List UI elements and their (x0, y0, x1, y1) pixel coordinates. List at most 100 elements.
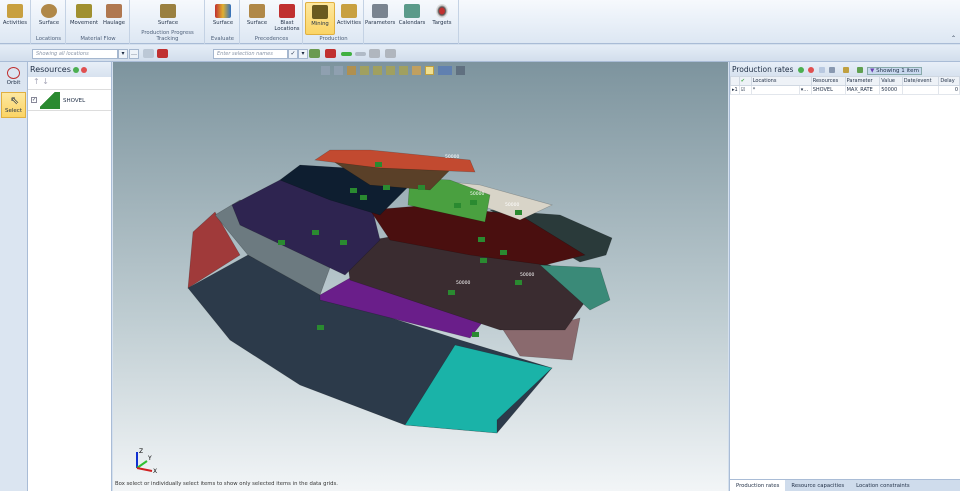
ribbon-group-evaluate: Surface Evaluate (206, 0, 240, 44)
evaluate-surface-button[interactable]: Surface (208, 2, 238, 35)
tab-resource-capacities[interactable]: Resource capacities (785, 480, 850, 491)
shovel-marker-icon[interactable] (500, 250, 507, 255)
shovel-marker-icon[interactable] (470, 200, 477, 205)
table-row[interactable]: ▸1 ☑ * ▾… SHOVEL MAX_RATE 50000 0 (730, 85, 960, 95)
excavator-icon (160, 4, 176, 18)
shovel-marker-icon[interactable] (375, 162, 382, 167)
location-dropdown[interactable]: ▾… (798, 85, 812, 95)
parameters-button[interactable]: Parameters (365, 2, 395, 35)
movement-button[interactable]: Movement (69, 2, 99, 35)
activities-button[interactable]: Activities (0, 2, 30, 35)
column-header[interactable]: Delay (938, 76, 960, 86)
value-cell[interactable]: 50000 (879, 85, 903, 95)
copy-icon[interactable] (818, 67, 825, 73)
shovel-marker-icon[interactable] (478, 237, 485, 242)
add-icon[interactable] (797, 67, 804, 73)
move-down-icon[interactable]: ↓ (42, 77, 49, 86)
shovel-marker-icon[interactable] (515, 280, 522, 285)
locations-browse-button[interactable]: … (129, 49, 139, 59)
column-header[interactable]: Value (879, 76, 903, 86)
production-activities-button[interactable]: Activities (334, 2, 364, 35)
shovel-marker-icon[interactable] (278, 240, 285, 245)
shovel-marker-icon[interactable] (472, 332, 479, 337)
tab-production-rates[interactable]: Production rates (730, 480, 786, 491)
targets-button[interactable]: Targets (427, 2, 457, 35)
tool-strip: Orbit ⇖ Select (0, 62, 28, 491)
column-header[interactable]: Parameter (844, 76, 881, 86)
location-cell[interactable]: * (750, 85, 800, 95)
select-locations-icon[interactable] (143, 49, 154, 58)
filter-status: Showing 1 item (876, 68, 919, 74)
shovel-marker-icon[interactable] (383, 185, 390, 190)
blast-selection-icon[interactable] (157, 49, 168, 58)
remove-icon[interactable] (808, 67, 815, 73)
pin-icon[interactable] (843, 67, 850, 73)
shovel-marker-icon[interactable] (350, 188, 357, 193)
selection-names-input[interactable]: Enter selection names (213, 49, 288, 59)
shovel-marker-icon[interactable] (454, 203, 461, 208)
column-header[interactable]: Locations (750, 76, 812, 86)
tab-location-constraints[interactable]: Location constraints (850, 480, 916, 491)
clear-selection-icon[interactable] (325, 49, 336, 58)
shovel-marker-icon[interactable] (418, 185, 425, 190)
remove-icon[interactable] (80, 66, 87, 73)
group-caption: Evaluate (210, 36, 235, 42)
list-icon[interactable] (829, 67, 835, 73)
panel-title: Resources (30, 65, 71, 74)
resource-item[interactable]: ✓ SHOVEL (28, 89, 111, 111)
locations-dropdown-button[interactable]: ▾ (118, 49, 128, 59)
select-tool[interactable]: ⇖ Select (1, 92, 26, 118)
resource-name: SHOVEL (63, 98, 86, 104)
shovel-marker-icon[interactable] (360, 195, 367, 200)
paste-selection-icon[interactable] (385, 49, 396, 58)
add-icon[interactable] (72, 66, 79, 73)
label: Movement (69, 20, 99, 26)
locations-filter-input[interactable]: Showing all locations (32, 49, 118, 59)
resource-cell[interactable]: SHOVEL (810, 85, 846, 95)
column-header[interactable]: Date/event (901, 76, 940, 86)
precedence-icon (249, 4, 265, 18)
locations-surface-button[interactable]: Surface (34, 2, 64, 35)
selection-apply-button[interactable]: ✓ (288, 49, 298, 59)
label: Targets (432, 20, 452, 26)
blast-icon (279, 4, 295, 18)
shovel-marker-icon[interactable] (312, 230, 319, 235)
shovel-marker-icon[interactable] (317, 325, 324, 330)
shovel-marker-icon[interactable] (515, 210, 522, 215)
label: Blast Locations (274, 20, 300, 32)
parameter-cell[interactable]: MAX_RATE (844, 85, 881, 95)
blast-locations-button[interactable]: Blast Locations (272, 2, 302, 35)
shovel-marker-icon[interactable] (480, 258, 487, 263)
3d-viewport[interactable]: 50000 50000 50000 50000 50000 Z Y X (113, 62, 728, 491)
selection-dropdown-button[interactable]: ▾ (298, 49, 308, 59)
mining-button[interactable]: Mining (305, 2, 335, 35)
label: Surface (212, 20, 234, 26)
excavator-icon (7, 4, 23, 18)
calendars-button[interactable]: Calendars (397, 2, 427, 35)
date-event-cell[interactable] (901, 85, 940, 95)
export-icon[interactable] (856, 67, 863, 73)
orbit-tool[interactable]: Orbit (1, 65, 26, 91)
resources-panel: Resources ↑ ↓ ✓ SHOVEL (28, 62, 112, 491)
shovel-marker-icon[interactable] (340, 240, 347, 245)
precedence-surface-button[interactable]: Surface (242, 2, 272, 35)
production-rates-grid: ✔ Locations Resources Parameter Value Date/ev… (730, 76, 960, 95)
ribbon-group-material-flow: Movement Haulage Material Flow (67, 0, 130, 44)
haulage-button[interactable]: Haulage (99, 2, 129, 35)
copy-selection-icon[interactable] (369, 49, 380, 58)
filter-button[interactable]: ▼ Showing 1 item (867, 67, 922, 75)
delay-cell[interactable]: 0 (938, 85, 960, 95)
row-checkbox[interactable]: ☑ (738, 85, 752, 95)
movement-icon (76, 4, 92, 18)
group-caption: Production (319, 36, 348, 42)
label: Mining (311, 21, 329, 27)
ribbon-group-progress-tracking: Surface Production Progress Tracking (131, 0, 205, 44)
select-all-icon[interactable] (309, 49, 320, 58)
column-header[interactable]: Resources (810, 76, 846, 86)
move-up-icon[interactable]: ↑ (33, 77, 40, 86)
back-arrow-icon[interactable] (341, 52, 352, 56)
shovel-marker-icon[interactable] (448, 290, 455, 295)
collapse-ribbon-icon[interactable]: ⌃ (951, 35, 956, 42)
forward-arrow-icon[interactable] (355, 52, 366, 56)
resource-checkbox[interactable]: ✓ (31, 97, 37, 103)
